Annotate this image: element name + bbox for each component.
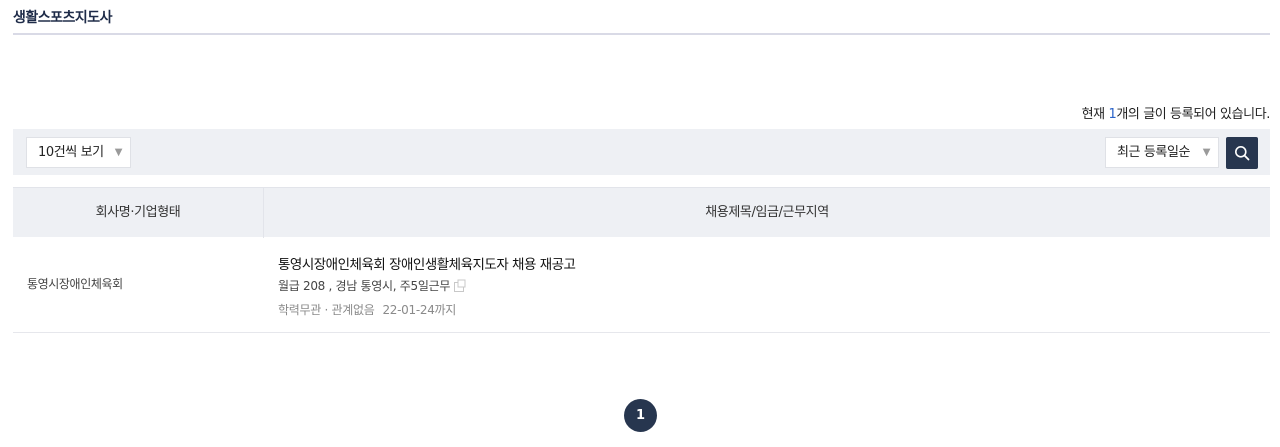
- post-count-text: 현재 1개의 글이 등록되어 있습니다.: [1081, 103, 1271, 122]
- page-title: 생활스포츠지도사: [13, 10, 113, 26]
- column-header-job: 채용제목/임금/근무지역: [705, 205, 829, 220]
- job-title-link[interactable]: 통영시장애인체육회 장애인생활체육지도자 채용 재공고: [278, 253, 576, 273]
- sort-select[interactable]: 최근 등록일순 ▼: [1105, 137, 1219, 168]
- job-meta: 월급 208 , 경남 통영시, 주5일근무: [278, 277, 467, 296]
- dropdown-arrow-icon: ▼: [1202, 147, 1211, 158]
- job-qualification: 학력무관 · 관계없음: [278, 303, 375, 317]
- count-prefix: 현재: [1081, 107, 1109, 122]
- page-number-current[interactable]: 1: [624, 399, 657, 432]
- company-name[interactable]: 통영시장애인체육회: [27, 275, 123, 292]
- dropdown-arrow-icon: ▼: [114, 147, 123, 158]
- document-icon: [453, 279, 467, 296]
- table-row: 통영시장애인체육회 통영시장애인체육회 장애인생활체육지도자 채용 재공고 월급…: [13, 237, 1270, 333]
- count-suffix: 개의 글이 등록되어 있습니다.: [1116, 107, 1270, 122]
- search-button[interactable]: [1226, 137, 1258, 169]
- job-requirements: 학력무관 · 관계없음 22-01-24까지: [278, 301, 456, 318]
- column-header-company: 회사명·기업형태: [13, 188, 264, 238]
- list-toolbar: 10건씩 보기 ▼ 최근 등록일순 ▼: [13, 129, 1270, 175]
- table-header: 회사명·기업형태 채용제목/임금/근무지역: [13, 187, 1270, 238]
- page-header: 생활스포츠지도사: [13, 0, 1270, 35]
- job-deadline: 22-01-24까지: [382, 303, 457, 317]
- job-wage-location: 월급 208 , 경남 통영시, 주5일근무: [278, 279, 451, 293]
- sort-label: 최근 등록일순: [1117, 145, 1191, 160]
- per-page-select[interactable]: 10건씩 보기 ▼: [26, 137, 131, 168]
- job-table: 회사명·기업형태 채용제목/임금/근무지역 통영시장애인체육회 통영시장애인체육…: [13, 187, 1270, 333]
- per-page-label: 10건씩 보기: [38, 145, 104, 160]
- search-icon: [1235, 146, 1250, 161]
